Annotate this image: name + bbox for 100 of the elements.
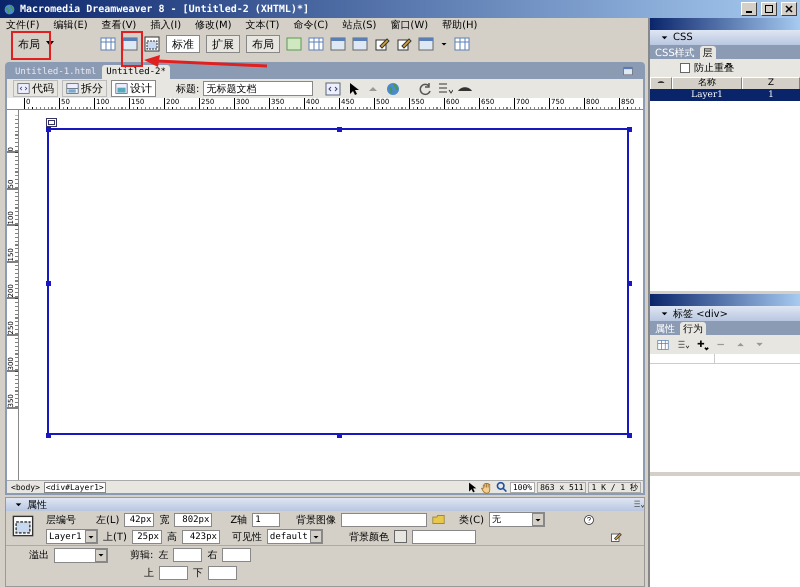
edit-icon[interactable] [396,36,412,52]
left-field[interactable]: 42px [124,512,154,526]
height-field[interactable]: 423px [182,530,220,544]
menu-item[interactable]: 查看(V) [102,18,136,32]
prevent-overlap-checkbox[interactable]: 防止重叠 [650,59,800,77]
width-label: 宽 [159,514,170,526]
frame-icon[interactable] [286,36,302,52]
background-image-label: 背景图像 [296,514,336,526]
clip-bottom-label: 下 [193,567,203,580]
view-button[interactable]: 代码 [13,80,58,97]
menu-item[interactable]: 文本(T) [246,18,280,32]
top-field[interactable]: 25px [132,530,162,544]
background-color-label: 背景颜色 [348,530,389,544]
options-menu-icon[interactable] [633,499,644,510]
panel-group-title: CSS [673,32,693,43]
clip-bottom-field[interactable] [208,566,237,580]
table-icon[interactable] [308,36,324,52]
menu-item[interactable]: 窗口(W) [390,18,428,32]
top-label: 上(T) [103,530,127,544]
caret-icon [46,41,54,47]
resize-handle[interactable] [627,127,632,132]
menu-item[interactable]: 站点(S) [342,18,376,32]
close-button[interactable] [781,2,797,16]
validate-icon[interactable] [325,80,342,96]
refresh-icon[interactable] [417,80,434,96]
zoom-icon[interactable] [494,480,508,494]
menu-item[interactable]: 文件(F) [6,18,40,32]
resize-handle[interactable] [46,127,51,132]
resize-handle[interactable] [627,281,632,286]
resize-handle[interactable] [46,433,51,438]
layer-icon [12,515,34,537]
window-icon[interactable] [330,36,346,52]
clip-right-label: 右 [207,549,218,562]
layer-icon[interactable] [144,36,160,52]
menu-item[interactable]: 帮助(H) [442,18,478,32]
close-icon [785,5,793,13]
panel-tab[interactable]: 行为 [680,322,706,335]
left-label: 左(L) [96,514,120,526]
clip-right-field[interactable] [222,548,252,562]
panel-tab[interactable]: 层 [700,46,716,59]
height-label: 高 [166,530,177,544]
menu-item[interactable]: 编辑(E) [54,18,88,32]
edit-icon[interactable] [374,36,390,52]
color-swatch[interactable] [394,530,407,543]
z-index-field[interactable]: 1 [252,512,280,526]
window-icon[interactable] [352,36,368,52]
annotation-box [121,31,143,67]
overflow-dropdown[interactable] [54,548,108,562]
add-icon[interactable] [696,338,709,351]
tag-selector-item[interactable]: <div#Layer1> [44,482,106,492]
table-icon[interactable] [454,36,470,52]
minimize-button[interactable] [741,2,757,16]
z-index-label: Z轴 [230,514,248,526]
background-color-field[interactable] [412,530,476,544]
resize-handle[interactable] [46,281,51,286]
width-field[interactable]: 802px [174,512,212,526]
edit-icon[interactable] [610,530,622,542]
properties-title: 属性 [27,498,47,512]
help-icon[interactable] [583,514,596,526]
caret-icon [97,551,105,559]
window-size-dropdown[interactable]: 863 x 511 [537,482,586,492]
table-icon[interactable] [100,36,116,52]
category-dropdown[interactable]: 布局 [14,36,58,52]
download-size-text: 1 K / 1 秒 [588,482,641,492]
window-icon[interactable] [122,36,138,52]
menu-item[interactable]: 修改(M) [195,18,232,32]
clip-left-field[interactable] [173,548,202,562]
document-tab[interactable]: Untitled-2* [102,65,170,79]
title-field[interactable]: 无标题文档 [203,81,314,96]
resize-handle[interactable] [337,127,342,132]
restore-icon[interactable] [623,66,633,76]
split-view-icon [66,82,79,95]
folder-icon[interactable] [432,513,446,526]
resize-handle[interactable] [337,433,342,438]
layer-name-cell-text: Layer1 [690,89,724,101]
zoom-dropdown[interactable]: 100% [510,482,536,492]
design-view-icon [115,82,128,95]
resize-handle[interactable] [627,433,632,438]
mode-button[interactable]: 标准 [166,35,200,53]
window-icon[interactable] [418,36,434,52]
menu-item[interactable]: 命令(C) [293,18,328,32]
visibility-dropdown[interactable]: default [266,529,323,544]
clip-left-label: 左 [158,549,168,562]
globe-icon[interactable] [385,80,402,96]
layer-id-dropdown[interactable]: Layer1 [46,529,98,544]
list-icon[interactable] [437,80,454,96]
visibility-label: 可见性 [232,530,262,544]
tag-selector-item[interactable]: <body> [9,482,42,492]
background-image-field[interactable] [341,512,428,526]
class-dropdown[interactable]: 无 [489,512,546,527]
mode-button[interactable]: 布局 [246,35,280,53]
view-button[interactable]: 设计 [111,80,156,97]
mode-button[interactable]: 扩展 [206,35,240,53]
maximize-button[interactable] [761,2,777,16]
menu-item[interactable]: 插入(I) [150,18,182,32]
list-view-icon[interactable] [676,338,690,350]
view-button[interactable]: 拆分 [62,80,107,97]
layer-row[interactable]: Layer1 1 [650,89,800,101]
clip-top-field[interactable] [159,566,188,580]
title-label: 标题: [176,82,200,96]
